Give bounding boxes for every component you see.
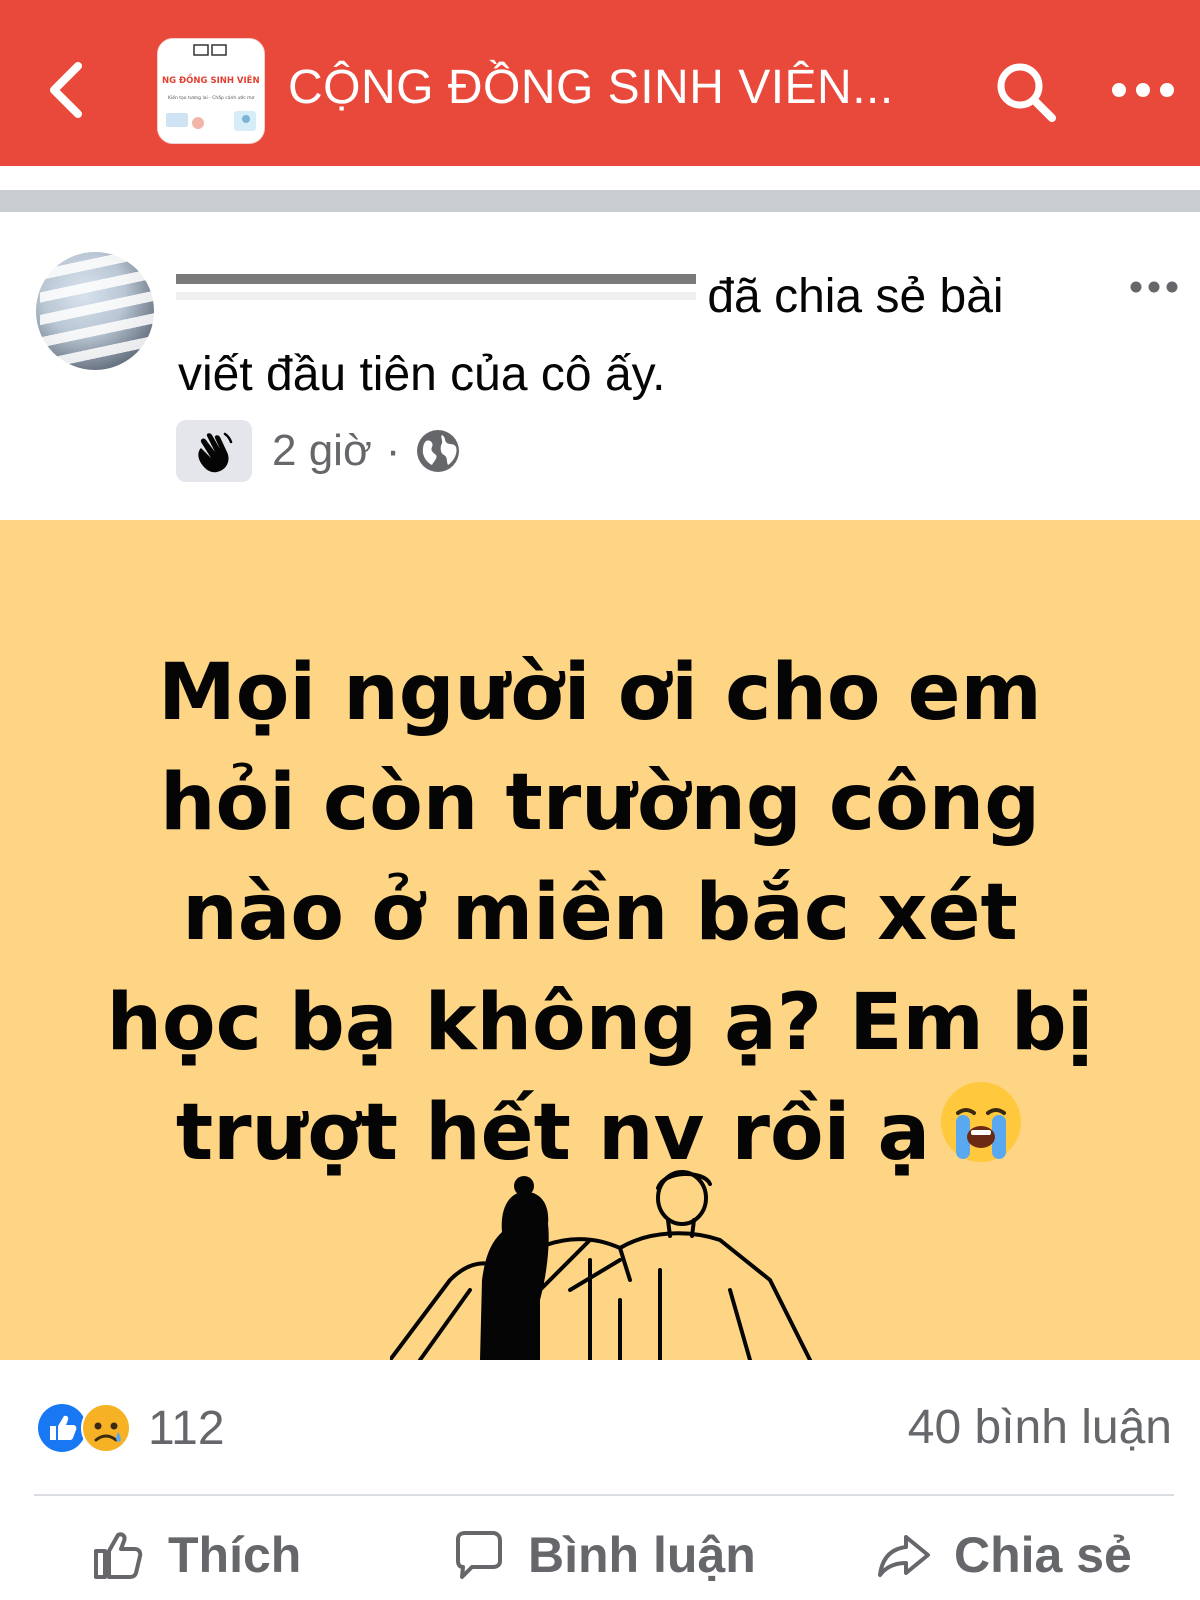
group-thumbnail[interactable]: NG ĐỒNG SINH VIÊN Kiến tạo tương lai - C… [157, 38, 265, 144]
more-dots-icon [1112, 83, 1174, 97]
waving-hand-icon [198, 432, 233, 473]
thumbs-up-icon [94, 1532, 143, 1579]
body-line: học bạ không ạ? Em bị [106, 978, 1094, 1068]
search-icon [997, 63, 1056, 122]
group-logo-icon: NG ĐỒNG SINH VIÊN Kiến tạo tương lai - C… [158, 39, 264, 143]
reaction-summary[interactable]: 112 [36, 1400, 225, 1456]
share-button[interactable]: Chia sẻ [876, 1520, 1132, 1590]
like-button[interactable]: Thích [90, 1520, 301, 1590]
couple-illustration-icon [390, 1170, 812, 1360]
post-time[interactable]: 2 giờ [272, 426, 372, 476]
more-dots-icon [1130, 281, 1178, 293]
speech-bubble-icon [456, 1531, 502, 1579]
avatar-redaction [40, 255, 170, 365]
back-button[interactable] [38, 52, 102, 128]
globe-icon [417, 430, 460, 472]
group-title[interactable]: CỘNG ĐỒNG SINH VIÊN... [288, 60, 894, 115]
comment-label: Bình luận [528, 1527, 756, 1583]
share-arrow-icon [878, 1535, 930, 1577]
like-label: Thích [168, 1527, 302, 1583]
feed-divider [0, 190, 1200, 212]
meta-separator: · [385, 426, 401, 475]
body-line: hỏi còn trường công [159, 758, 1041, 848]
post-body-text: Mọi người ơi cho em hỏi còn trường công … [60, 638, 1140, 1188]
post-more-button[interactable] [1126, 272, 1186, 302]
body-line: trượt hết nv rồi ạ [175, 1088, 931, 1178]
actions-divider [34, 1494, 1174, 1496]
sad-reaction-icon [81, 1403, 131, 1453]
post-meta: 2 giờ · [176, 420, 462, 482]
body-line: nào ở miền bắc xét [182, 868, 1018, 958]
reaction-count: 112 [148, 1401, 225, 1455]
name-redaction [176, 262, 696, 314]
share-label: Chia sẻ [954, 1527, 1132, 1583]
more-options-button[interactable] [1108, 70, 1178, 110]
group-header-bar: NG ĐỒNG SINH VIÊN Kiến tạo tương lai - C… [0, 0, 1200, 166]
comment-count[interactable]: 40 bình luận [908, 1400, 1172, 1455]
wave-badge[interactable] [176, 420, 252, 482]
post-body-background[interactable]: Mọi người ơi cho em hỏi còn trường công … [0, 520, 1200, 1360]
comment-button[interactable]: Bình luận [450, 1520, 756, 1590]
crying-face-icon [941, 1082, 1022, 1162]
svg-text:Kiến tạo tương lai - Chắp cánh: Kiến tạo tương lai - Chắp cánh ước mơ [168, 94, 255, 101]
body-line: Mọi người ơi cho em [158, 648, 1042, 738]
chevron-left-icon [50, 62, 82, 118]
search-button[interactable] [990, 56, 1062, 128]
